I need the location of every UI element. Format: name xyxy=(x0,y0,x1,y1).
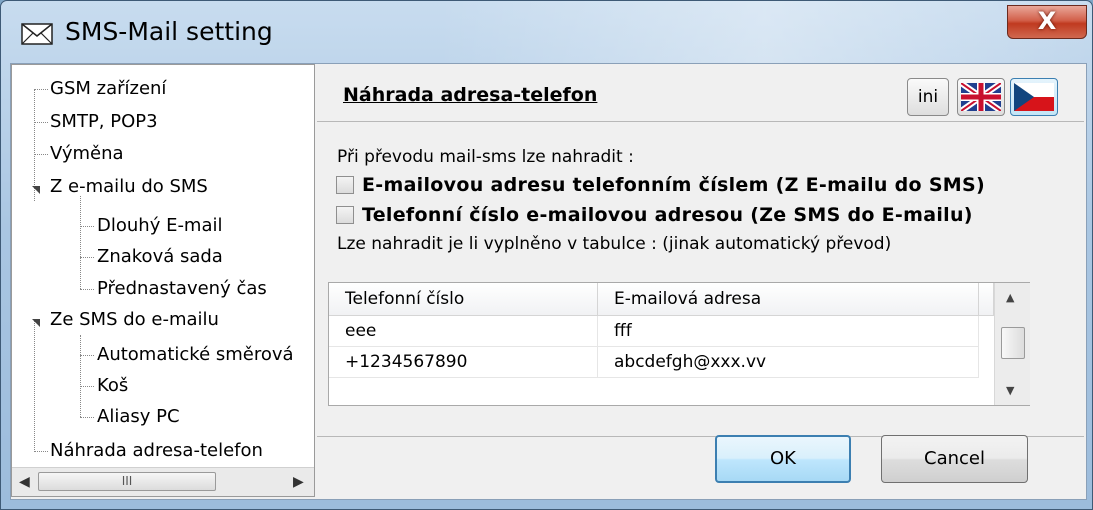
title-bar: SMS-Mail setting X xyxy=(1,1,1092,63)
scroll-thumb[interactable]: III xyxy=(38,472,216,491)
app-window: SMS-Mail setting X GSM zařízení SMTP, PO… xyxy=(0,0,1093,510)
tree-item-z-emailu-do-sms[interactable]: Z e-mailu do SMS xyxy=(50,175,208,199)
window-title: SMS-Mail setting xyxy=(65,17,273,46)
table-note-text: Lze nahradit je li vyplněno v tabulce : … xyxy=(337,234,892,254)
scroll-down-icon[interactable]: ▼ xyxy=(1006,384,1014,397)
option-phone-to-email[interactable]: Telefonní číslo e-mailovou adresou (Ze S… xyxy=(336,202,973,228)
tree-item-ze-sms-do-emailu[interactable]: Ze SMS do e-mailu xyxy=(50,308,219,332)
dialog-client: GSM zařízení SMTP, POP3 Výměna Z e-mailu… xyxy=(10,63,1087,500)
email-to-phone-label[interactable]: E-mailovou adresu telefonním číslem (Z E… xyxy=(362,174,985,196)
column-header-email[interactable]: E-mailová adresa xyxy=(598,283,979,316)
tree-horizontal-scrollbar[interactable]: ◀ III ▶ xyxy=(12,467,314,496)
column-header-phone[interactable]: Telefonní číslo xyxy=(329,283,598,316)
expand-arrow-icon[interactable] xyxy=(32,186,40,194)
panel-header: Náhrada adresa-telefon ini xyxy=(317,66,1084,120)
phone-to-email-label[interactable]: Telefonní číslo e-mailovou adresou (Ze S… xyxy=(362,204,973,226)
tree-item-kos[interactable]: Koš xyxy=(97,374,128,398)
tree-item-dlouhy-email[interactable]: Dlouhý E-mail xyxy=(97,214,223,238)
cancel-button[interactable]: Cancel xyxy=(881,435,1028,483)
table-cell[interactable]: +1234567890 xyxy=(329,347,598,378)
english-language-button[interactable] xyxy=(957,78,1005,116)
panel-title: Náhrada adresa-telefon xyxy=(343,84,598,106)
uk-flag-icon xyxy=(961,83,1001,111)
table-cell[interactable]: abcdefgh@xxx.vv xyxy=(598,347,979,378)
czech-language-button[interactable] xyxy=(1010,78,1058,116)
option-email-to-phone[interactable]: E-mailovou adresu telefonním číslem (Z E… xyxy=(336,172,985,198)
expand-arrow-icon[interactable] xyxy=(32,319,40,327)
tree-item-automaticke-smerovani[interactable]: Automatické směrová xyxy=(97,343,294,367)
table-cell[interactable]: eee xyxy=(329,316,598,347)
replacement-table[interactable]: Telefonní číslo E-mailová adresa eee fff… xyxy=(328,282,1030,406)
scroll-right-icon[interactable]: ▶ xyxy=(293,474,304,490)
tree-item-gsm[interactable]: GSM zařízení xyxy=(50,77,166,101)
replace-intro-text: Při převodu mail-sms lze nahradit : xyxy=(337,147,634,167)
ini-button[interactable]: ini xyxy=(907,78,949,116)
scroll-up-icon[interactable]: ▲ xyxy=(1006,291,1014,304)
tree-item-znakova-sada[interactable]: Znaková sada xyxy=(97,245,223,269)
tree-item-aliasy-pc[interactable]: Aliasy PC xyxy=(97,405,180,429)
close-button[interactable]: X xyxy=(1007,5,1087,39)
tree-item-smtp-pop3[interactable]: SMTP, POP3 xyxy=(50,110,158,134)
header-divider xyxy=(317,121,1084,122)
tree-item-prednastaveny-cas[interactable]: Přednastavený čas xyxy=(97,277,267,301)
table-cell[interactable]: fff xyxy=(598,316,979,347)
scroll-left-icon[interactable]: ◀ xyxy=(19,474,30,490)
tree-item-nahrada-adresa-telefon[interactable]: Náhrada adresa-telefon xyxy=(50,439,263,463)
phone-to-email-checkbox[interactable] xyxy=(336,206,354,224)
ok-button[interactable]: OK xyxy=(715,435,851,483)
settings-tree[interactable]: GSM zařízení SMTP, POP3 Výměna Z e-mailu… xyxy=(11,64,315,497)
envelope-icon xyxy=(21,23,53,45)
tree-item-vymena[interactable]: Výměna xyxy=(50,142,124,166)
scroll-thumb[interactable] xyxy=(1001,327,1025,359)
email-to-phone-checkbox[interactable] xyxy=(336,176,354,194)
table-vertical-scrollbar[interactable]: ▲ ▼ xyxy=(994,283,1030,405)
czech-flag-icon xyxy=(1014,83,1054,111)
